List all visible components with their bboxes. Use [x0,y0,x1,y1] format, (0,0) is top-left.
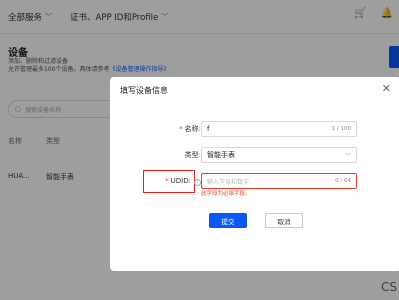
chevron-down-icon: ﹀ [344,152,351,160]
name-field[interactable]: f 1 / 100 [201,121,357,137]
name-label: * 名称: [179,125,201,133]
type-select[interactable]: 智能手表 ﹀ [201,147,357,163]
udid-counter: 0 / 64 [335,178,351,184]
udid-error-message: 此字段为必填字段。 [201,191,251,197]
device-info-dialog: 填写设备信息 ✕ * 名称: f 1 / 100 类型: 智能手表 ﹀ * UDID… [110,77,399,271]
name-value: f [207,125,210,133]
info-icon[interactable]: ! [194,178,201,186]
type-label: 类型: [184,151,201,159]
name-row: * 名称: f 1 / 100 [110,121,399,137]
type-value: 智能手表 [207,151,235,159]
type-row: 类型: 智能手表 ﹀ [110,147,399,163]
udid-row: * UDID:! 输入字母和数字 0 / 64 [110,173,399,189]
udid-field[interactable]: 输入字母和数字 0 / 64 [201,173,357,189]
udid-placeholder: 输入字母和数字 [207,178,250,186]
close-icon[interactable]: ✕ [382,82,391,95]
submit-button[interactable]: 提交 [209,213,247,228]
udid-label: * UDID:! [165,177,201,186]
name-counter: 1 / 100 [331,126,351,132]
cancel-button[interactable]: 取消 [265,213,303,228]
dialog-title: 填写设备信息 [120,86,168,95]
